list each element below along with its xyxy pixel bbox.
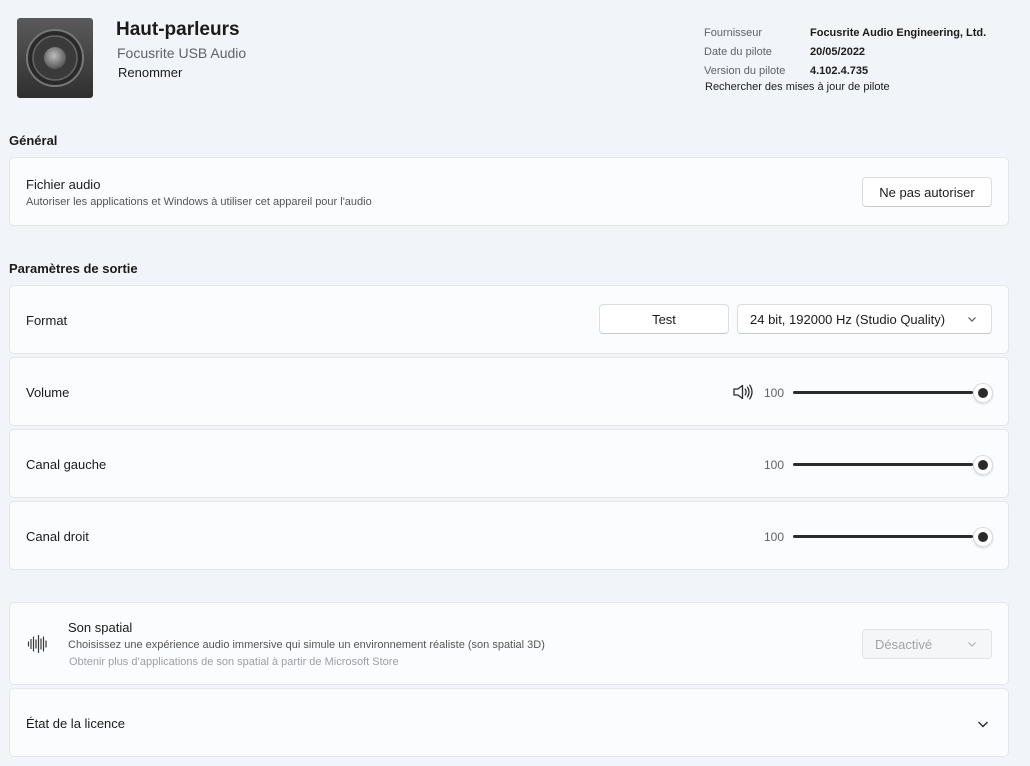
driver-version-label: Version du pilote — [704, 64, 786, 77]
left-channel-label: Canal gauche — [26, 457, 107, 472]
chevron-down-icon — [968, 642, 976, 647]
device-title: Haut-parleurs — [116, 19, 240, 40]
rename-link[interactable]: Renommer — [118, 65, 182, 80]
spatial-sound-select-value: Désactivé — [875, 636, 933, 652]
device-header: Haut-parleurs Focusrite USB Audio Renomm… — [0, 0, 1030, 120]
spatial-sound-description: Choisissez une expérience audio immersiv… — [68, 639, 545, 651]
left-channel-card: Canal gauche 100 — [9, 429, 1009, 498]
left-channel-slider-thumb[interactable] — [973, 455, 993, 475]
supplier-row: Fournisseur Focusrite Audio Engineering,… — [704, 23, 986, 42]
disallow-button[interactable]: Ne pas autoriser — [862, 177, 992, 207]
license-status-label: État de la licence — [26, 716, 126, 731]
volume-label: Volume — [26, 385, 70, 400]
speaker-volume-icon[interactable] — [732, 383, 754, 401]
supplier-label: Fournisseur — [704, 26, 763, 39]
format-select[interactable]: 24 bit, 192000 Hz (Studio Quality) — [737, 304, 992, 334]
driver-date-value: 20/05/2022 — [810, 45, 866, 58]
section-general-title: Général — [9, 133, 58, 148]
section-output-title: Paramètres de sortie — [9, 261, 138, 276]
driver-version-row: Version du pilote 4.102.4.735 — [704, 61, 986, 80]
spatial-sound-card: Son spatial Choisissez une expérience au… — [9, 602, 1009, 685]
test-button[interactable]: Test — [599, 304, 729, 334]
driver-date-row: Date du pilote 20/05/2022 — [704, 42, 986, 61]
device-subtitle: Focusrite USB Audio — [117, 45, 247, 61]
volume-card: Volume 100 — [9, 357, 1009, 426]
volume-value: 100 — [764, 386, 785, 400]
check-driver-updates-link[interactable]: Rechercher des mises à jour de pilote — [705, 81, 890, 93]
right-channel-value: 100 — [764, 530, 785, 544]
microsoft-store-link[interactable]: Obtenir plus d’applications de son spati… — [69, 656, 399, 668]
format-label: Format — [26, 313, 68, 328]
driver-version-value: 4.102.4.735 — [810, 64, 869, 77]
right-channel-slider-thumb[interactable] — [973, 527, 993, 547]
left-channel-value: 100 — [764, 458, 785, 472]
volume-slider-track[interactable] — [793, 391, 973, 394]
volume-slider-thumb[interactable] — [973, 383, 993, 403]
chevron-down-icon — [968, 317, 976, 322]
audio-file-label: Fichier audio — [26, 177, 101, 192]
chevron-down-icon[interactable] — [977, 718, 989, 730]
right-channel-slider-track[interactable] — [793, 535, 973, 538]
format-card: Format Test 24 bit, 192000 Hz (Studio Qu… — [9, 285, 1009, 354]
audio-file-card: Fichier audio Autoriser les applications… — [9, 157, 1009, 226]
spatial-audio-icon — [27, 634, 49, 654]
format-select-value: 24 bit, 192000 Hz (Studio Quality) — [750, 311, 946, 327]
audio-file-description: Autoriser les applications et Windows à … — [26, 196, 372, 208]
driver-info: Fournisseur Focusrite Audio Engineering,… — [704, 23, 986, 80]
right-channel-label: Canal droit — [26, 529, 89, 544]
left-channel-slider-track[interactable] — [793, 463, 973, 466]
spatial-sound-select[interactable]: Désactivé — [862, 629, 992, 659]
speaker-device-icon — [17, 18, 93, 98]
license-status-card[interactable]: État de la licence — [9, 688, 1009, 757]
spatial-sound-label: Son spatial — [68, 620, 133, 635]
right-channel-card: Canal droit 100 — [9, 501, 1009, 570]
supplier-value: Focusrite Audio Engineering, Ltd. — [810, 26, 987, 39]
driver-date-label: Date du pilote — [704, 45, 772, 58]
